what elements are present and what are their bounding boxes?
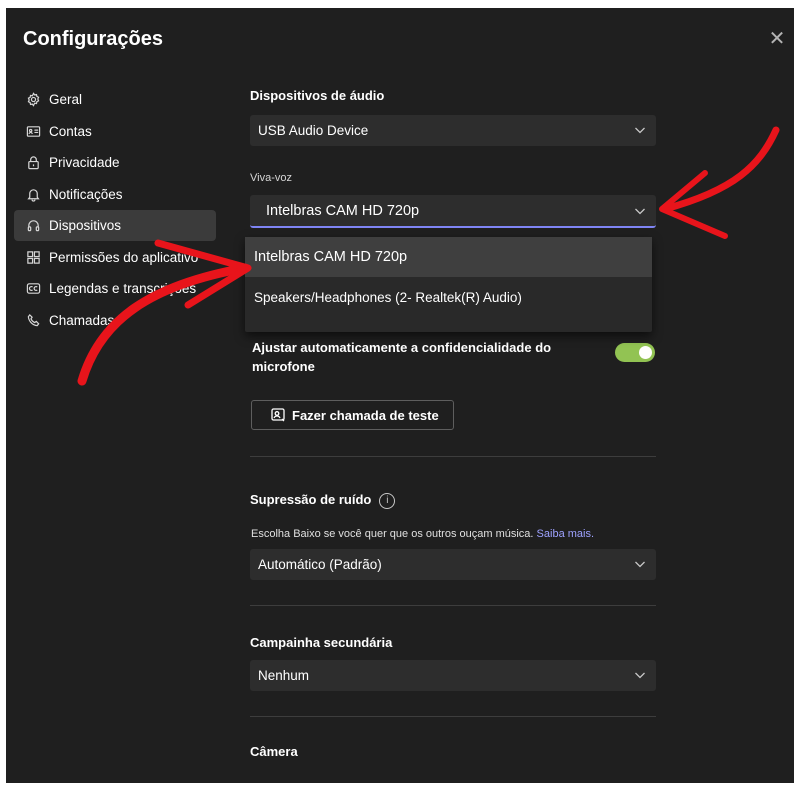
noise-suppression-heading: Supressão de ruído i [250, 492, 396, 509]
gear-icon [25, 92, 41, 108]
lock-icon [25, 155, 41, 171]
noise-suppression-select[interactable]: Automático (Padrão) [250, 549, 656, 580]
headset-icon [25, 218, 41, 234]
apps-icon [25, 249, 41, 265]
sidebar-item-privacidade[interactable]: Privacidade [14, 147, 216, 178]
chevron-down-icon [634, 558, 646, 570]
camera-heading: Câmera [250, 744, 298, 759]
test-call-icon [270, 407, 286, 423]
sidebar-item-notificacoes[interactable]: Notificações [14, 179, 216, 210]
speaker-select[interactable]: Intelbras CAM HD 720p [250, 195, 656, 228]
divider [250, 456, 656, 457]
secondary-ringer-heading: Campainha secundária [250, 635, 393, 650]
bell-icon [25, 186, 41, 202]
sidebar-item-legendas[interactable]: Legendas e transcrições [14, 273, 216, 304]
settings-dialog: Configurações ✕ Geral Contas Privacidade… [6, 8, 794, 783]
sidebar-item-label: Contas [49, 123, 92, 139]
sidebar-item-geral[interactable]: Geral [14, 84, 216, 115]
captions-icon [25, 281, 41, 297]
settings-sidebar: Geral Contas Privacidade Notificações Di… [14, 84, 216, 336]
chevron-down-icon [634, 124, 646, 136]
secondary-ringer-select[interactable]: Nenhum [250, 660, 656, 691]
noise-value: Automático (Padrão) [258, 557, 382, 572]
divider [250, 716, 656, 717]
auto-adjust-label: Ajustar automaticamente a confidencialid… [252, 340, 552, 374]
sidebar-item-label: Dispositivos [49, 218, 122, 233]
sidebar-item-label: Privacidade [49, 155, 120, 170]
speaker-value: Intelbras CAM HD 720p [266, 202, 420, 219]
dialog-title: Configurações [23, 28, 164, 50]
speaker-option[interactable]: Intelbras CAM HD 720p [245, 237, 652, 277]
learn-more-link[interactable]: Saiba mais. [537, 528, 594, 540]
sidebar-item-label: Chamadas [49, 312, 115, 328]
audio-device-select[interactable]: USB Audio Device [250, 115, 656, 146]
sidebar-item-permissoes[interactable]: Permissões do aplicativo [14, 242, 216, 273]
id-card-icon [25, 123, 41, 139]
sidebar-item-label: Geral [49, 92, 83, 107]
test-call-button[interactable]: Fazer chamada de teste [251, 400, 454, 430]
speaker-dropdown-list: Intelbras CAM HD 720p Speakers/Headphone… [245, 237, 652, 332]
noise-description: Escolha Baixo se você quer que os outros… [251, 528, 594, 540]
auto-adjust-toggle[interactable] [615, 343, 655, 362]
sidebar-item-label: Permissões do aplicativo [49, 249, 199, 265]
sidebar-item-label: Legendas e transcrições [49, 281, 197, 296]
speaker-option[interactable]: Speakers/Headphones (2- Realtek(R) Audio… [245, 277, 652, 317]
sidebar-item-contas[interactable]: Contas [14, 116, 216, 147]
test-call-label: Fazer chamada de teste [292, 407, 439, 423]
divider [250, 605, 656, 606]
speaker-label: Viva-voz [250, 172, 292, 184]
sidebar-item-label: Notificações [49, 186, 123, 202]
close-icon[interactable]: ✕ [766, 28, 788, 50]
chevron-down-icon [634, 669, 646, 681]
phone-icon [25, 312, 41, 328]
sidebar-item-chamadas[interactable]: Chamadas [14, 305, 216, 336]
info-icon[interactable]: i [379, 492, 396, 509]
noise-heading-text: Supressão de ruído [250, 492, 372, 507]
secondary-ringer-value: Nenhum [258, 668, 310, 683]
chevron-down-icon [634, 205, 646, 217]
sidebar-item-dispositivos[interactable]: Dispositivos [14, 210, 216, 241]
audio-device-value: USB Audio Device [258, 123, 369, 138]
noise-desc-text: Escolha Baixo se você quer que os outros… [251, 528, 534, 540]
audio-devices-heading: Dispositivos de áudio [250, 88, 385, 103]
